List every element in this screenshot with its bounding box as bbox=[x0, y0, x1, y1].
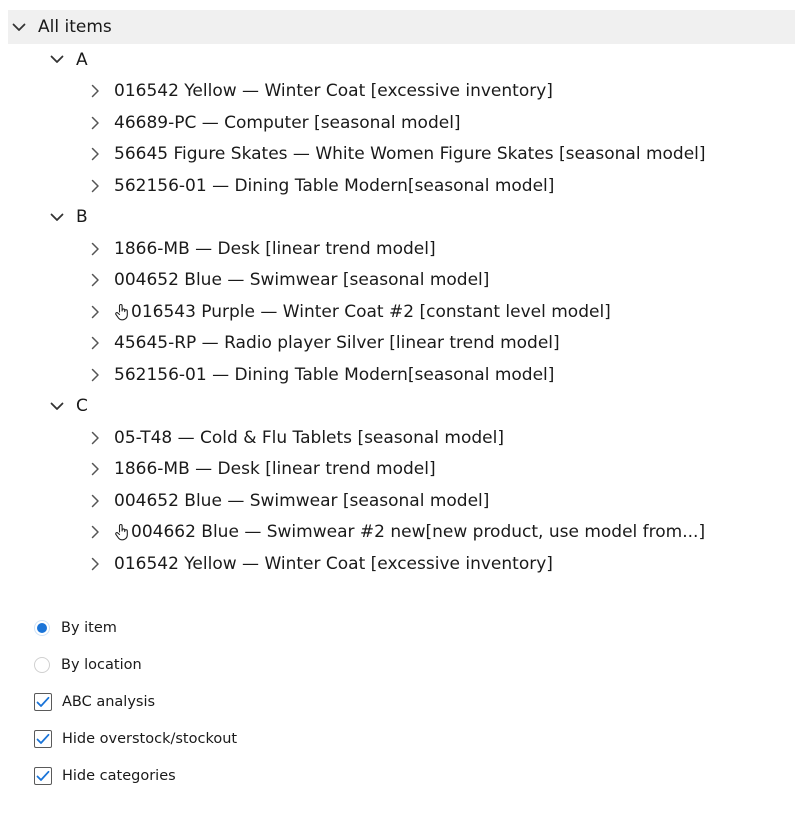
tree-node-category-b[interactable]: B bbox=[8, 202, 795, 234]
radio-by-location[interactable]: By location bbox=[34, 655, 237, 675]
tree-item-label: 016542 Yellow — Winter Coat [excessive i… bbox=[114, 81, 553, 102]
tree-node-label: C bbox=[76, 396, 88, 417]
chevron-down-icon[interactable] bbox=[46, 49, 68, 71]
checkbox-hide-overstock[interactable]: Hide overstock/stockout bbox=[34, 729, 237, 749]
chevron-right-icon[interactable] bbox=[84, 269, 106, 291]
tree-node-category-c[interactable]: C bbox=[8, 391, 795, 423]
tree-item[interactable]: 56645 Figure Skates — White Women Figure… bbox=[8, 139, 795, 171]
tree-item-label: 004662 Blue — Swimwear #2 new[new produc… bbox=[131, 522, 706, 543]
chevron-right-icon[interactable] bbox=[84, 332, 106, 354]
radio-button[interactable] bbox=[34, 657, 50, 673]
chevron-right-icon[interactable] bbox=[84, 80, 106, 102]
item-tree: All items A 016542 Yellow — Winter Coat … bbox=[8, 10, 795, 580]
checkmark-icon bbox=[36, 770, 50, 781]
checkmark-icon bbox=[36, 696, 50, 707]
tree-item-label: 004652 Blue — Swimwear [seasonal model] bbox=[114, 270, 490, 291]
tree-item-label: 05-T48 — Cold & Flu Tablets [seasonal mo… bbox=[114, 427, 504, 448]
tree-item-label: 562156-01 — Dining Table Modern[seasonal… bbox=[114, 364, 555, 385]
radio-by-item[interactable]: By item bbox=[34, 618, 237, 638]
radio-label: By location bbox=[61, 657, 142, 673]
radio-label: By item bbox=[61, 620, 117, 636]
tree-node-label: All items bbox=[38, 17, 112, 37]
view-options: By item By location ABC analysis Hide ov… bbox=[34, 618, 237, 803]
tree-item[interactable]: 016542 Yellow — Winter Coat [excessive i… bbox=[8, 76, 795, 108]
tree-item[interactable]: 004652 Blue — Swimwear [seasonal model] bbox=[8, 485, 795, 517]
tree-item-label: 45645-RP — Radio player Silver [linear t… bbox=[114, 333, 560, 354]
chevron-right-icon[interactable] bbox=[84, 553, 106, 575]
tree-node-all-items[interactable]: All items bbox=[8, 10, 795, 44]
checkmark-icon bbox=[36, 733, 50, 744]
tree-item-label: 562156-01 — Dining Table Modern[seasonal… bbox=[114, 175, 555, 196]
checkbox[interactable] bbox=[34, 730, 52, 748]
checkbox-label: Hide overstock/stockout bbox=[62, 731, 238, 747]
chevron-right-icon[interactable] bbox=[84, 427, 106, 449]
tree-item-label: 1866-MB — Desk [linear trend model] bbox=[114, 238, 436, 259]
checkbox-hide-categories[interactable]: Hide categories bbox=[34, 766, 237, 786]
checkbox-label: Hide categories bbox=[62, 768, 176, 784]
tree-node-category-a[interactable]: A bbox=[8, 44, 795, 76]
tree-item[interactable]: 1866-MB — Desk [linear trend model] bbox=[8, 454, 795, 486]
tree-item-label: 004652 Blue — Swimwear [seasonal model] bbox=[114, 490, 490, 511]
chevron-down-icon[interactable] bbox=[46, 395, 68, 417]
checkbox-label: ABC analysis bbox=[62, 694, 156, 710]
tree-node-label: B bbox=[76, 207, 88, 228]
tree-item-label: 016543 Purple — Winter Coat #2 [constant… bbox=[131, 301, 611, 322]
checkbox[interactable] bbox=[34, 767, 52, 785]
tree-node-label: A bbox=[76, 49, 88, 70]
tree-item[interactable]: 562156-01 — Dining Table Modern[seasonal… bbox=[8, 170, 795, 202]
chevron-right-icon[interactable] bbox=[84, 175, 106, 197]
chevron-right-icon[interactable] bbox=[84, 458, 106, 480]
chevron-right-icon[interactable] bbox=[84, 112, 106, 134]
chevron-right-icon[interactable] bbox=[84, 143, 106, 165]
tree-item[interactable]: 016542 Yellow — Winter Coat [excessive i… bbox=[8, 548, 795, 580]
checkbox[interactable] bbox=[34, 693, 52, 711]
chevron-right-icon[interactable] bbox=[84, 490, 106, 512]
chevron-right-icon[interactable] bbox=[84, 301, 106, 323]
tree-item[interactable]: 004652 Blue — Swimwear [seasonal model] bbox=[8, 265, 795, 297]
tree-item-label: 56645 Figure Skates — White Women Figure… bbox=[114, 144, 706, 165]
tree-item[interactable]: 05-T48 — Cold & Flu Tablets [seasonal mo… bbox=[8, 422, 795, 454]
tree-item-label: 016542 Yellow — Winter Coat [excessive i… bbox=[114, 553, 553, 574]
tree-item-label: 46689-PC — Computer [seasonal model] bbox=[114, 112, 461, 133]
tree-item[interactable]: 562156-01 — Dining Table Modern[seasonal… bbox=[8, 359, 795, 391]
chevron-right-icon[interactable] bbox=[84, 364, 106, 386]
chevron-down-icon[interactable] bbox=[46, 206, 68, 228]
checkbox-abc-analysis[interactable]: ABC analysis bbox=[34, 692, 237, 712]
chevron-right-icon[interactable] bbox=[84, 238, 106, 260]
hand-pointer-icon bbox=[114, 303, 130, 321]
chevron-right-icon[interactable] bbox=[84, 521, 106, 543]
tree-item[interactable]: 45645-RP — Radio player Silver [linear t… bbox=[8, 328, 795, 360]
hand-pointer-icon bbox=[114, 523, 130, 541]
chevron-down-icon[interactable] bbox=[8, 16, 30, 38]
radio-button-selected[interactable] bbox=[34, 620, 50, 636]
tree-item[interactable]: 46689-PC — Computer [seasonal model] bbox=[8, 107, 795, 139]
tree-item-label: 1866-MB — Desk [linear trend model] bbox=[114, 459, 436, 480]
tree-item[interactable]: 016543 Purple — Winter Coat #2 [constant… bbox=[8, 296, 795, 328]
tree-item[interactable]: 004662 Blue — Swimwear #2 new[new produc… bbox=[8, 517, 795, 549]
tree-item[interactable]: 1866-MB — Desk [linear trend model] bbox=[8, 233, 795, 265]
